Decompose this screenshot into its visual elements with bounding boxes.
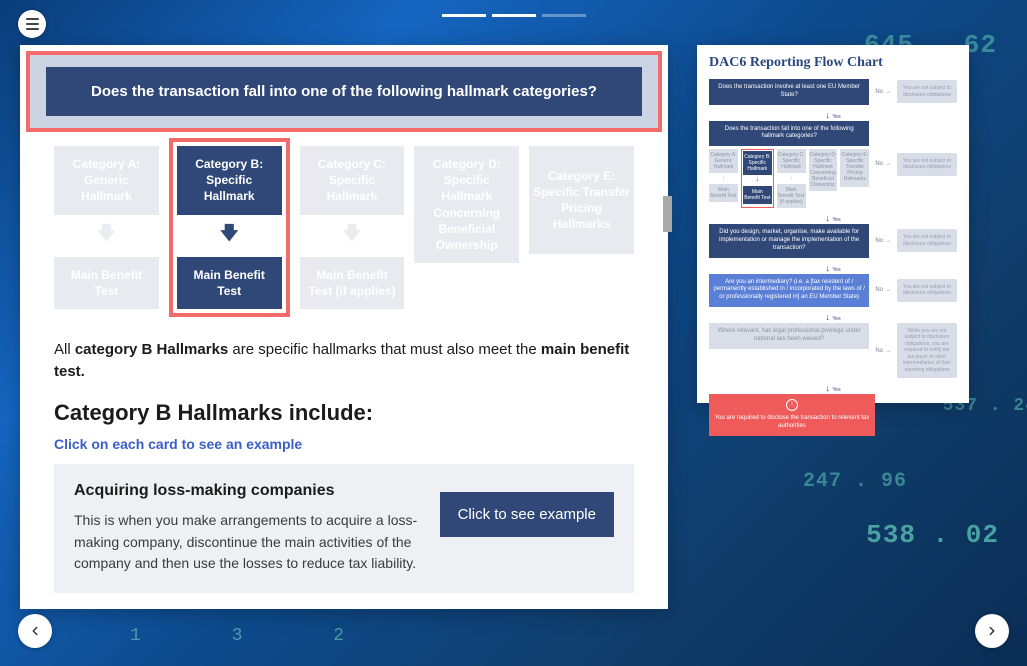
progress-seg-3 — [542, 14, 586, 17]
example-card: Acquiring loss-making companies This is … — [54, 464, 634, 593]
arrow-down-icon: 🡇 — [177, 221, 282, 251]
question-text: Does the transaction fall into one of th… — [46, 67, 642, 116]
category-e[interactable]: Category E: Specific Transfer Pricing Ha… — [529, 146, 634, 254]
body-paragraph: All category B Hallmarks are specific ha… — [20, 323, 668, 392]
main-content-panel: Does the transaction fall into one of th… — [20, 45, 668, 609]
category-c[interactable]: Category C: Specific Hallmark 🡇 Main Ben… — [300, 146, 405, 309]
progress-bar — [442, 14, 586, 17]
flowchart-title: DAC6 Reporting Flow Chart — [709, 55, 957, 71]
next-button[interactable] — [975, 614, 1009, 648]
chevron-right-icon — [985, 624, 999, 638]
arrow-down-icon: 🡇 — [300, 221, 405, 251]
section-heading: Category B Hallmarks include: — [20, 392, 668, 436]
see-example-button[interactable]: Click to see example — [440, 492, 614, 537]
alert-icon: ! — [786, 399, 798, 411]
category-d[interactable]: Category D: Specific Hallmark Concerning… — [414, 146, 519, 263]
scrollbar-handle[interactable] — [663, 196, 672, 232]
hint-text: Click on each card to see an example — [20, 436, 668, 464]
chevron-left-icon — [28, 624, 42, 638]
category-b-selected[interactable]: Category B: Specific Hallmark 🡇 Main Ben… — [169, 138, 290, 317]
menu-button[interactable] — [18, 10, 46, 38]
example-title: Acquiring loss-making companies — [74, 482, 420, 500]
category-row: Category A: Generic Hallmark 🡇 Main Bene… — [20, 132, 668, 323]
progress-seg-2 — [492, 14, 536, 17]
category-a[interactable]: Category A: Generic Hallmark 🡇 Main Bene… — [54, 146, 159, 309]
question-highlight: Does the transaction fall into one of th… — [26, 51, 662, 132]
flowchart-thumbnail[interactable]: DAC6 Reporting Flow Chart Does the trans… — [697, 45, 969, 403]
arrow-down-icon: 🡇 — [54, 221, 159, 251]
example-text: This is when you make arrangements to ac… — [74, 510, 420, 575]
progress-seg-1 — [442, 14, 486, 17]
prev-button[interactable] — [18, 614, 52, 648]
